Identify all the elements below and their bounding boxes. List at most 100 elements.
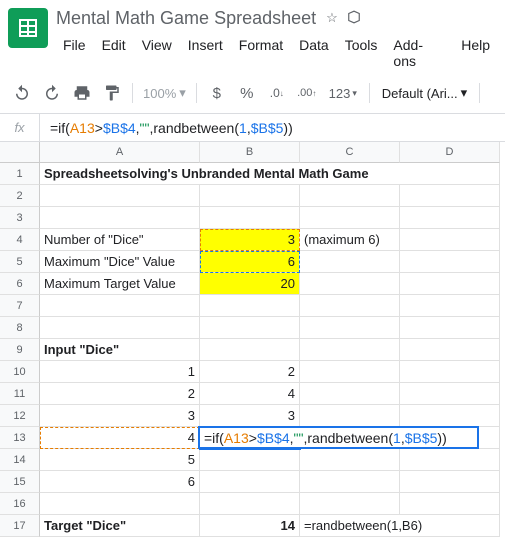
row-header[interactable]: 10 — [0, 361, 40, 383]
select-all-corner[interactable] — [0, 142, 40, 163]
menu-insert[interactable]: Insert — [181, 33, 230, 73]
cell-selected[interactable]: =if(A13>$B$4,"",randbetween(1,$B$5)) — [200, 427, 300, 449]
cell[interactable] — [400, 229, 500, 251]
row-header[interactable]: 15 — [0, 471, 40, 493]
cell[interactable] — [300, 361, 400, 383]
col-header-a[interactable]: A — [40, 142, 200, 163]
menu-edit[interactable]: Edit — [95, 33, 133, 73]
doc-title[interactable]: Mental Math Game Spreadsheet — [56, 8, 316, 29]
cell[interactable] — [300, 295, 400, 317]
cell[interactable]: 14 — [200, 515, 300, 537]
menu-tools[interactable]: Tools — [338, 33, 385, 73]
menu-view[interactable]: View — [135, 33, 179, 73]
row-header[interactable]: 9 — [0, 339, 40, 361]
zoom-select[interactable]: 100% ▾ — [139, 85, 190, 101]
font-select[interactable]: Default (Ari... ▾ — [376, 85, 473, 101]
cell[interactable]: Target "Dice" — [40, 515, 200, 537]
print-icon[interactable] — [68, 79, 96, 107]
cell[interactable]: 6 — [200, 251, 300, 273]
cell[interactable]: Maximum Target Value — [40, 273, 200, 295]
sheets-logo[interactable] — [8, 8, 48, 48]
cell[interactable] — [300, 251, 400, 273]
row-header[interactable]: 3 — [0, 207, 40, 229]
cell[interactable] — [200, 471, 300, 493]
formula-input[interactable]: =if(A13>$B$4,"",randbetween(1,$B$5)) — [40, 120, 505, 136]
cell[interactable] — [40, 493, 200, 515]
cell[interactable] — [300, 339, 400, 361]
row-header[interactable]: 5 — [0, 251, 40, 273]
cell[interactable]: 1 — [40, 361, 200, 383]
cell[interactable] — [400, 449, 500, 471]
row-header[interactable]: 16 — [0, 493, 40, 515]
increase-decimal-icon[interactable]: .00↑ — [293, 79, 321, 107]
percent-icon[interactable]: % — [233, 79, 261, 107]
cell[interactable]: 4 — [200, 383, 300, 405]
star-icon[interactable]: ☆ — [326, 10, 338, 27]
cell[interactable]: Number of "Dice" — [40, 229, 200, 251]
currency-icon[interactable]: $ — [203, 79, 231, 107]
cell[interactable] — [200, 449, 300, 471]
menu-format[interactable]: Format — [232, 33, 290, 73]
cell[interactable] — [400, 295, 500, 317]
cell[interactable] — [400, 471, 500, 493]
cell[interactable]: 20 — [200, 273, 300, 295]
cell[interactable] — [300, 207, 400, 229]
cell[interactable] — [200, 317, 300, 339]
cell[interactable]: 2 — [40, 383, 200, 405]
move-icon[interactable] — [346, 10, 362, 27]
cell[interactable] — [300, 405, 400, 427]
cell[interactable] — [400, 185, 500, 207]
cell[interactable] — [400, 383, 500, 405]
cell[interactable]: 4 — [40, 427, 200, 449]
cell[interactable] — [300, 449, 400, 471]
cell[interactable] — [300, 185, 400, 207]
row-header[interactable]: 12 — [0, 405, 40, 427]
undo-icon[interactable] — [8, 79, 36, 107]
row-header[interactable]: 6 — [0, 273, 40, 295]
col-header-c[interactable]: C — [300, 142, 400, 163]
row-header[interactable]: 17 — [0, 515, 40, 537]
cell[interactable]: 3 — [40, 405, 200, 427]
cell[interactable]: 5 — [40, 449, 200, 471]
cell[interactable] — [400, 273, 500, 295]
cell[interactable]: 2 — [200, 361, 300, 383]
col-header-d[interactable]: D — [400, 142, 500, 163]
row-header[interactable]: 8 — [0, 317, 40, 339]
cell[interactable] — [300, 317, 400, 339]
row-header[interactable]: 4 — [0, 229, 40, 251]
cell[interactable]: Maximum "Dice" Value — [40, 251, 200, 273]
cell[interactable]: 3 — [200, 405, 300, 427]
cell[interactable] — [40, 207, 200, 229]
col-header-b[interactable]: B — [200, 142, 300, 163]
cell[interactable]: Input "Dice" — [40, 339, 200, 361]
cell[interactable] — [400, 493, 500, 515]
cell[interactable] — [40, 317, 200, 339]
cell[interactable] — [40, 185, 200, 207]
cell[interactable]: 6 — [40, 471, 200, 493]
more-formats-icon[interactable]: 123▾ — [323, 79, 363, 107]
decrease-decimal-icon[interactable]: .0↓ — [263, 79, 291, 107]
row-header[interactable]: 14 — [0, 449, 40, 471]
redo-icon[interactable] — [38, 79, 66, 107]
cell[interactable] — [400, 317, 500, 339]
menu-file[interactable]: File — [56, 33, 93, 73]
cell[interactable] — [200, 339, 300, 361]
cell[interactable] — [400, 361, 500, 383]
cell[interactable] — [200, 493, 300, 515]
cell[interactable] — [300, 493, 400, 515]
cell[interactable] — [40, 295, 200, 317]
cell[interactable] — [400, 405, 500, 427]
menu-help[interactable]: Help — [454, 33, 497, 73]
cell[interactable] — [400, 207, 500, 229]
cell[interactable]: (maximum 6) — [300, 229, 400, 251]
cell[interactable] — [200, 295, 300, 317]
cell[interactable]: 3 — [200, 229, 300, 251]
cell[interactable] — [300, 383, 400, 405]
row-header[interactable]: 7 — [0, 295, 40, 317]
row-header[interactable]: 2 — [0, 185, 40, 207]
cell[interactable] — [300, 471, 400, 493]
cell[interactable] — [300, 273, 400, 295]
paint-format-icon[interactable] — [98, 79, 126, 107]
cell[interactable] — [400, 339, 500, 361]
cell[interactable] — [200, 185, 300, 207]
